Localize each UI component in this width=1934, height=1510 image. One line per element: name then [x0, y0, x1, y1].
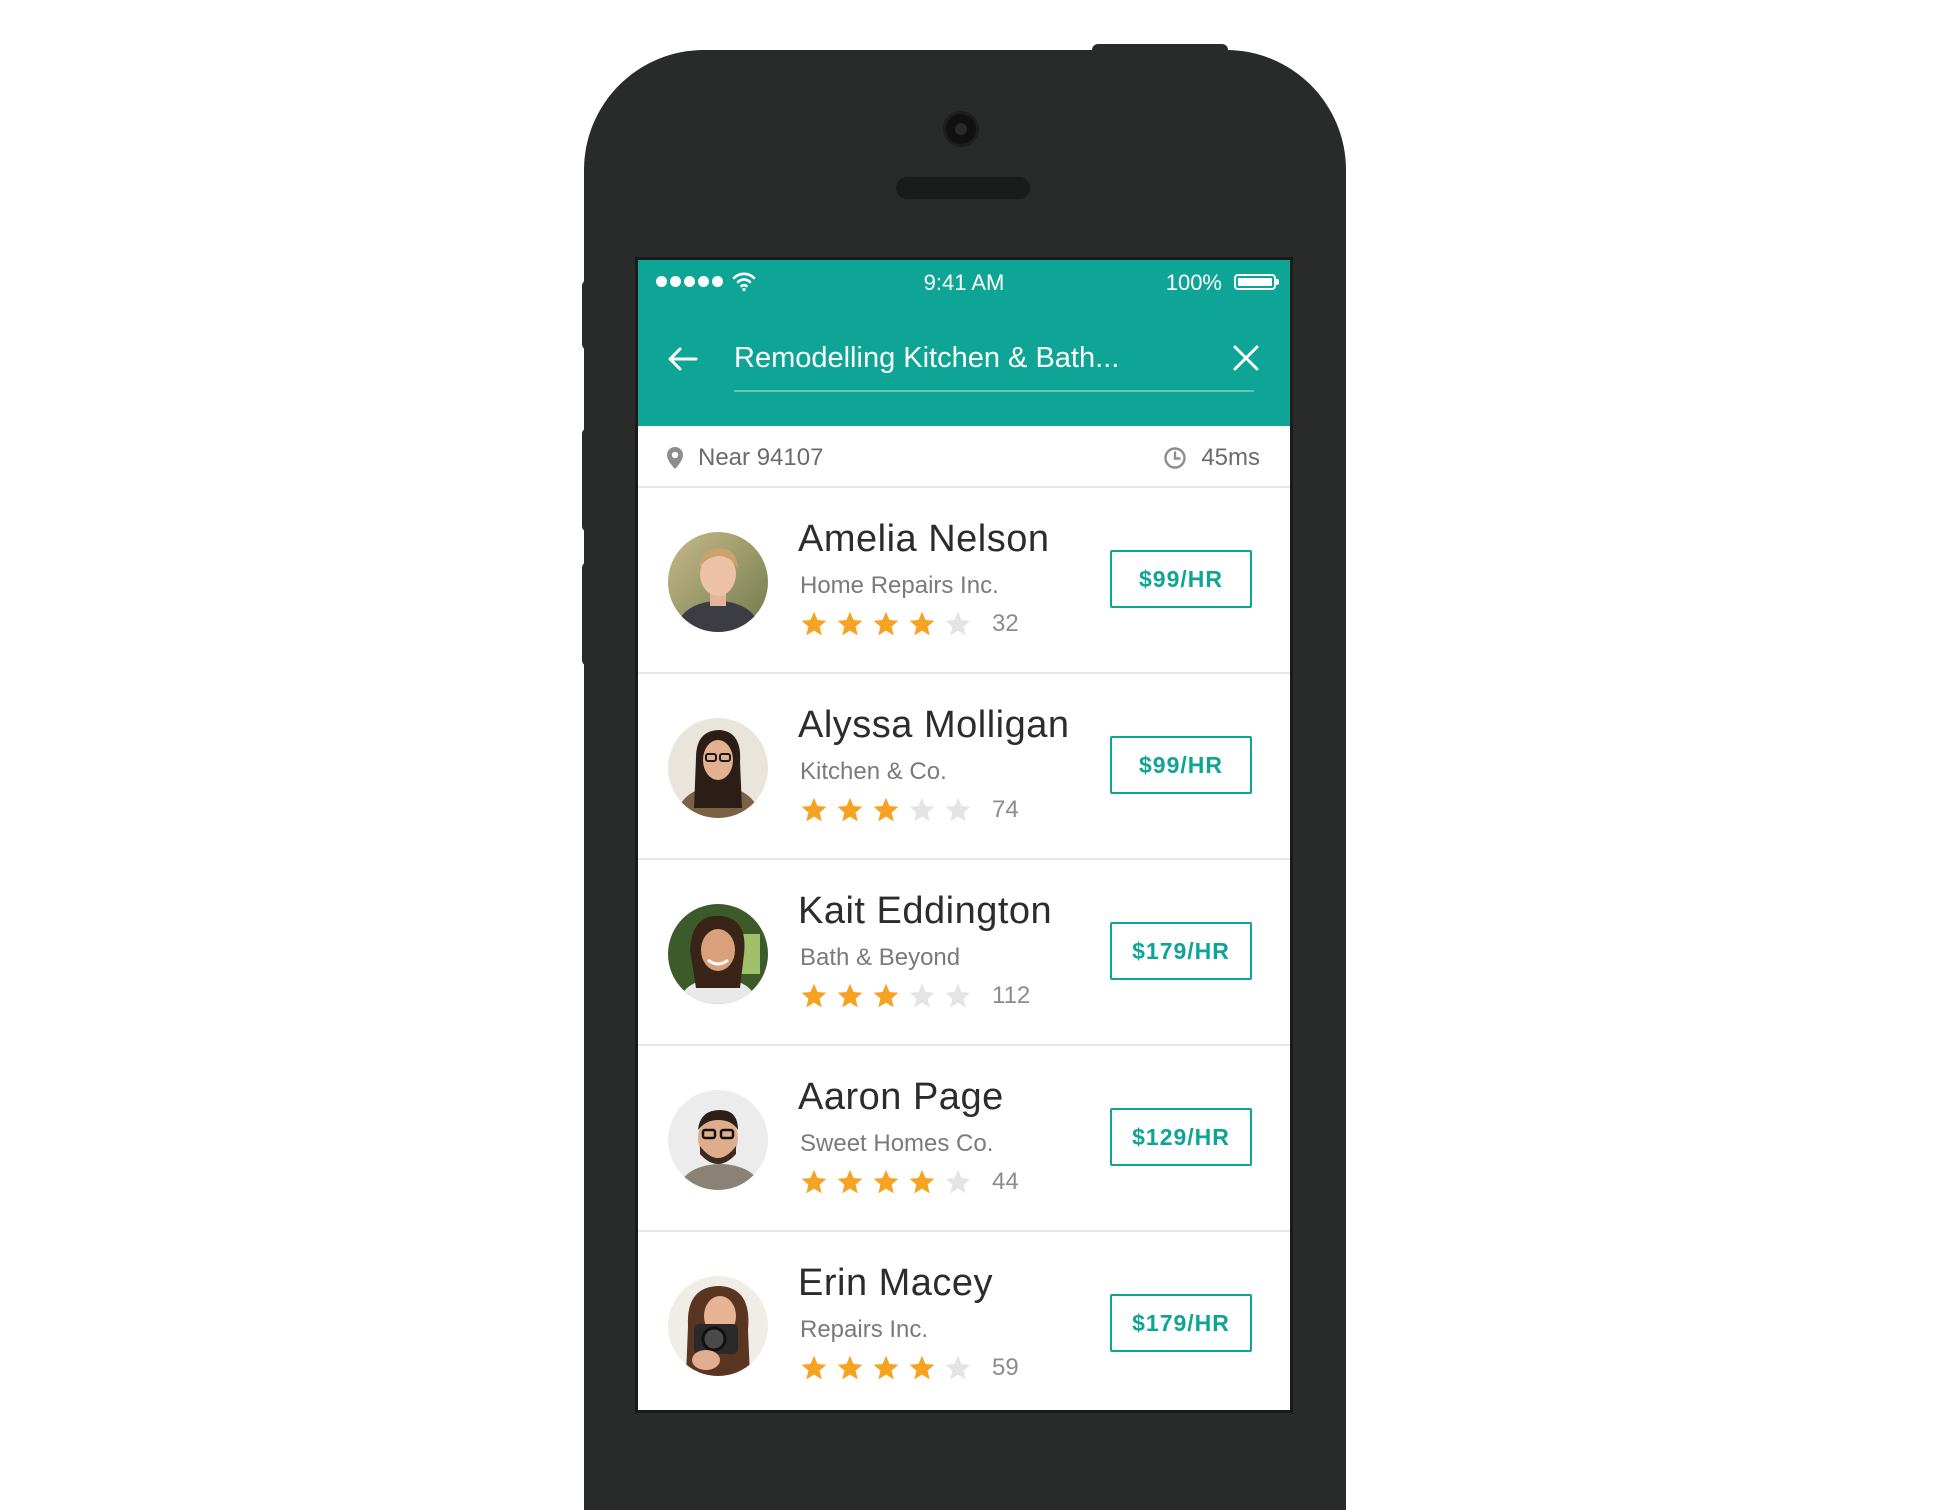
- price-button[interactable]: $179/HR: [1110, 1294, 1252, 1352]
- price-button[interactable]: $129/HR: [1110, 1108, 1252, 1166]
- pro-company: Sweet Homes Co.: [800, 1130, 994, 1157]
- star-rating: 44: [800, 1168, 1019, 1196]
- earpiece-speaker: [896, 177, 1030, 199]
- list-item[interactable]: Aaron Page Sweet Homes Co. 44 $129/HR: [638, 1046, 1290, 1232]
- battery-percentage: 100%: [1165, 270, 1222, 295]
- star-icon: [837, 983, 863, 1008]
- pro-list: Amelia Nelson Home Repairs Inc. 32 $99/H…: [638, 488, 1290, 1410]
- volume-down-button: [582, 562, 596, 666]
- power-button: [1092, 44, 1228, 58]
- star-icon: [801, 1355, 827, 1380]
- avatar: [668, 1276, 768, 1376]
- star-rating: 74: [800, 796, 1019, 824]
- location-filter[interactable]: Near 94107: [666, 444, 823, 472]
- star-icon: [945, 611, 971, 636]
- clock-icon: [1164, 447, 1187, 469]
- close-icon[interactable]: [1228, 340, 1264, 376]
- time-text: 45ms: [1201, 444, 1260, 471]
- pro-company: Repairs Inc.: [800, 1316, 929, 1343]
- pro-name: Alyssa Molligan: [798, 704, 1070, 746]
- star-icon: [945, 797, 971, 822]
- price-button[interactable]: $99/HR: [1110, 550, 1252, 608]
- star-icon: [945, 1355, 971, 1380]
- front-camera: [946, 114, 976, 144]
- location-text: Near 94107: [698, 444, 824, 471]
- pro-company: Home Repairs Inc.: [800, 572, 999, 599]
- pro-name: Aaron Page: [798, 1076, 1004, 1118]
- price-button[interactable]: $99/HR: [1110, 736, 1252, 794]
- pro-company: Kitchen & Co.: [800, 758, 947, 785]
- star-icon: [945, 1169, 971, 1194]
- star-icon: [909, 611, 935, 636]
- star-icon: [801, 611, 827, 636]
- avatar: [668, 904, 768, 1004]
- filter-bar: Near 94107 45ms: [638, 426, 1290, 488]
- response-time: 45ms: [1163, 444, 1260, 472]
- search-header: [638, 302, 1290, 426]
- review-count: 44: [992, 1168, 1019, 1195]
- star-icon: [837, 1169, 863, 1194]
- list-item[interactable]: Amelia Nelson Home Repairs Inc. 32 $99/H…: [638, 488, 1290, 674]
- star-icon: [909, 1355, 935, 1380]
- star-icon: [909, 1169, 935, 1194]
- map-pin-icon: [667, 447, 683, 469]
- review-count: 59: [992, 1354, 1019, 1381]
- star-icon: [909, 983, 935, 1008]
- pro-company: Bath & Beyond: [800, 944, 961, 971]
- star-icon: [801, 983, 827, 1008]
- mute-switch: [582, 280, 596, 350]
- star-icon: [837, 611, 863, 636]
- pro-name: Amelia Nelson: [798, 518, 1050, 560]
- review-count: 32: [992, 610, 1019, 637]
- volume-up-button: [582, 428, 596, 532]
- star-icon: [945, 983, 971, 1008]
- star-icon: [873, 1355, 899, 1380]
- star-icon: [801, 1169, 827, 1194]
- arrow-left-icon[interactable]: [666, 342, 700, 376]
- avatar: [668, 718, 768, 818]
- phone-screen: 9:41 AM 100% Near 94107 45ms: [635, 257, 1293, 1413]
- pro-name: Kait Eddington: [798, 890, 1053, 932]
- star-icon: [801, 797, 827, 822]
- star-icon: [837, 1355, 863, 1380]
- review-count: 112: [992, 982, 1031, 1009]
- price-button[interactable]: $179/HR: [1110, 922, 1252, 980]
- star-rating: 59: [800, 1354, 1019, 1382]
- star-icon: [873, 797, 899, 822]
- star-icon: [873, 983, 899, 1008]
- star-icon: [909, 797, 935, 822]
- star-rating: 32: [800, 610, 1019, 638]
- status-bar: 9:41 AM 100%: [638, 260, 1290, 302]
- star-icon: [873, 1169, 899, 1194]
- avatar: [668, 532, 768, 632]
- search-field: [734, 330, 1254, 392]
- search-input[interactable]: [734, 330, 1194, 386]
- list-item[interactable]: Erin Macey Repairs Inc. 59 $179/HR: [638, 1232, 1290, 1410]
- list-item[interactable]: Kait Eddington Bath & Beyond 112 $179/HR: [638, 860, 1290, 1046]
- list-item[interactable]: Alyssa Molligan Kitchen & Co. 74 $99/HR: [638, 674, 1290, 860]
- star-rating: 112: [800, 982, 1030, 1010]
- star-icon: [873, 611, 899, 636]
- battery-icon: [1234, 274, 1279, 290]
- star-icon: [837, 797, 863, 822]
- pro-name: Erin Macey: [798, 1262, 994, 1304]
- review-count: 74: [992, 796, 1019, 823]
- avatar: [668, 1090, 768, 1190]
